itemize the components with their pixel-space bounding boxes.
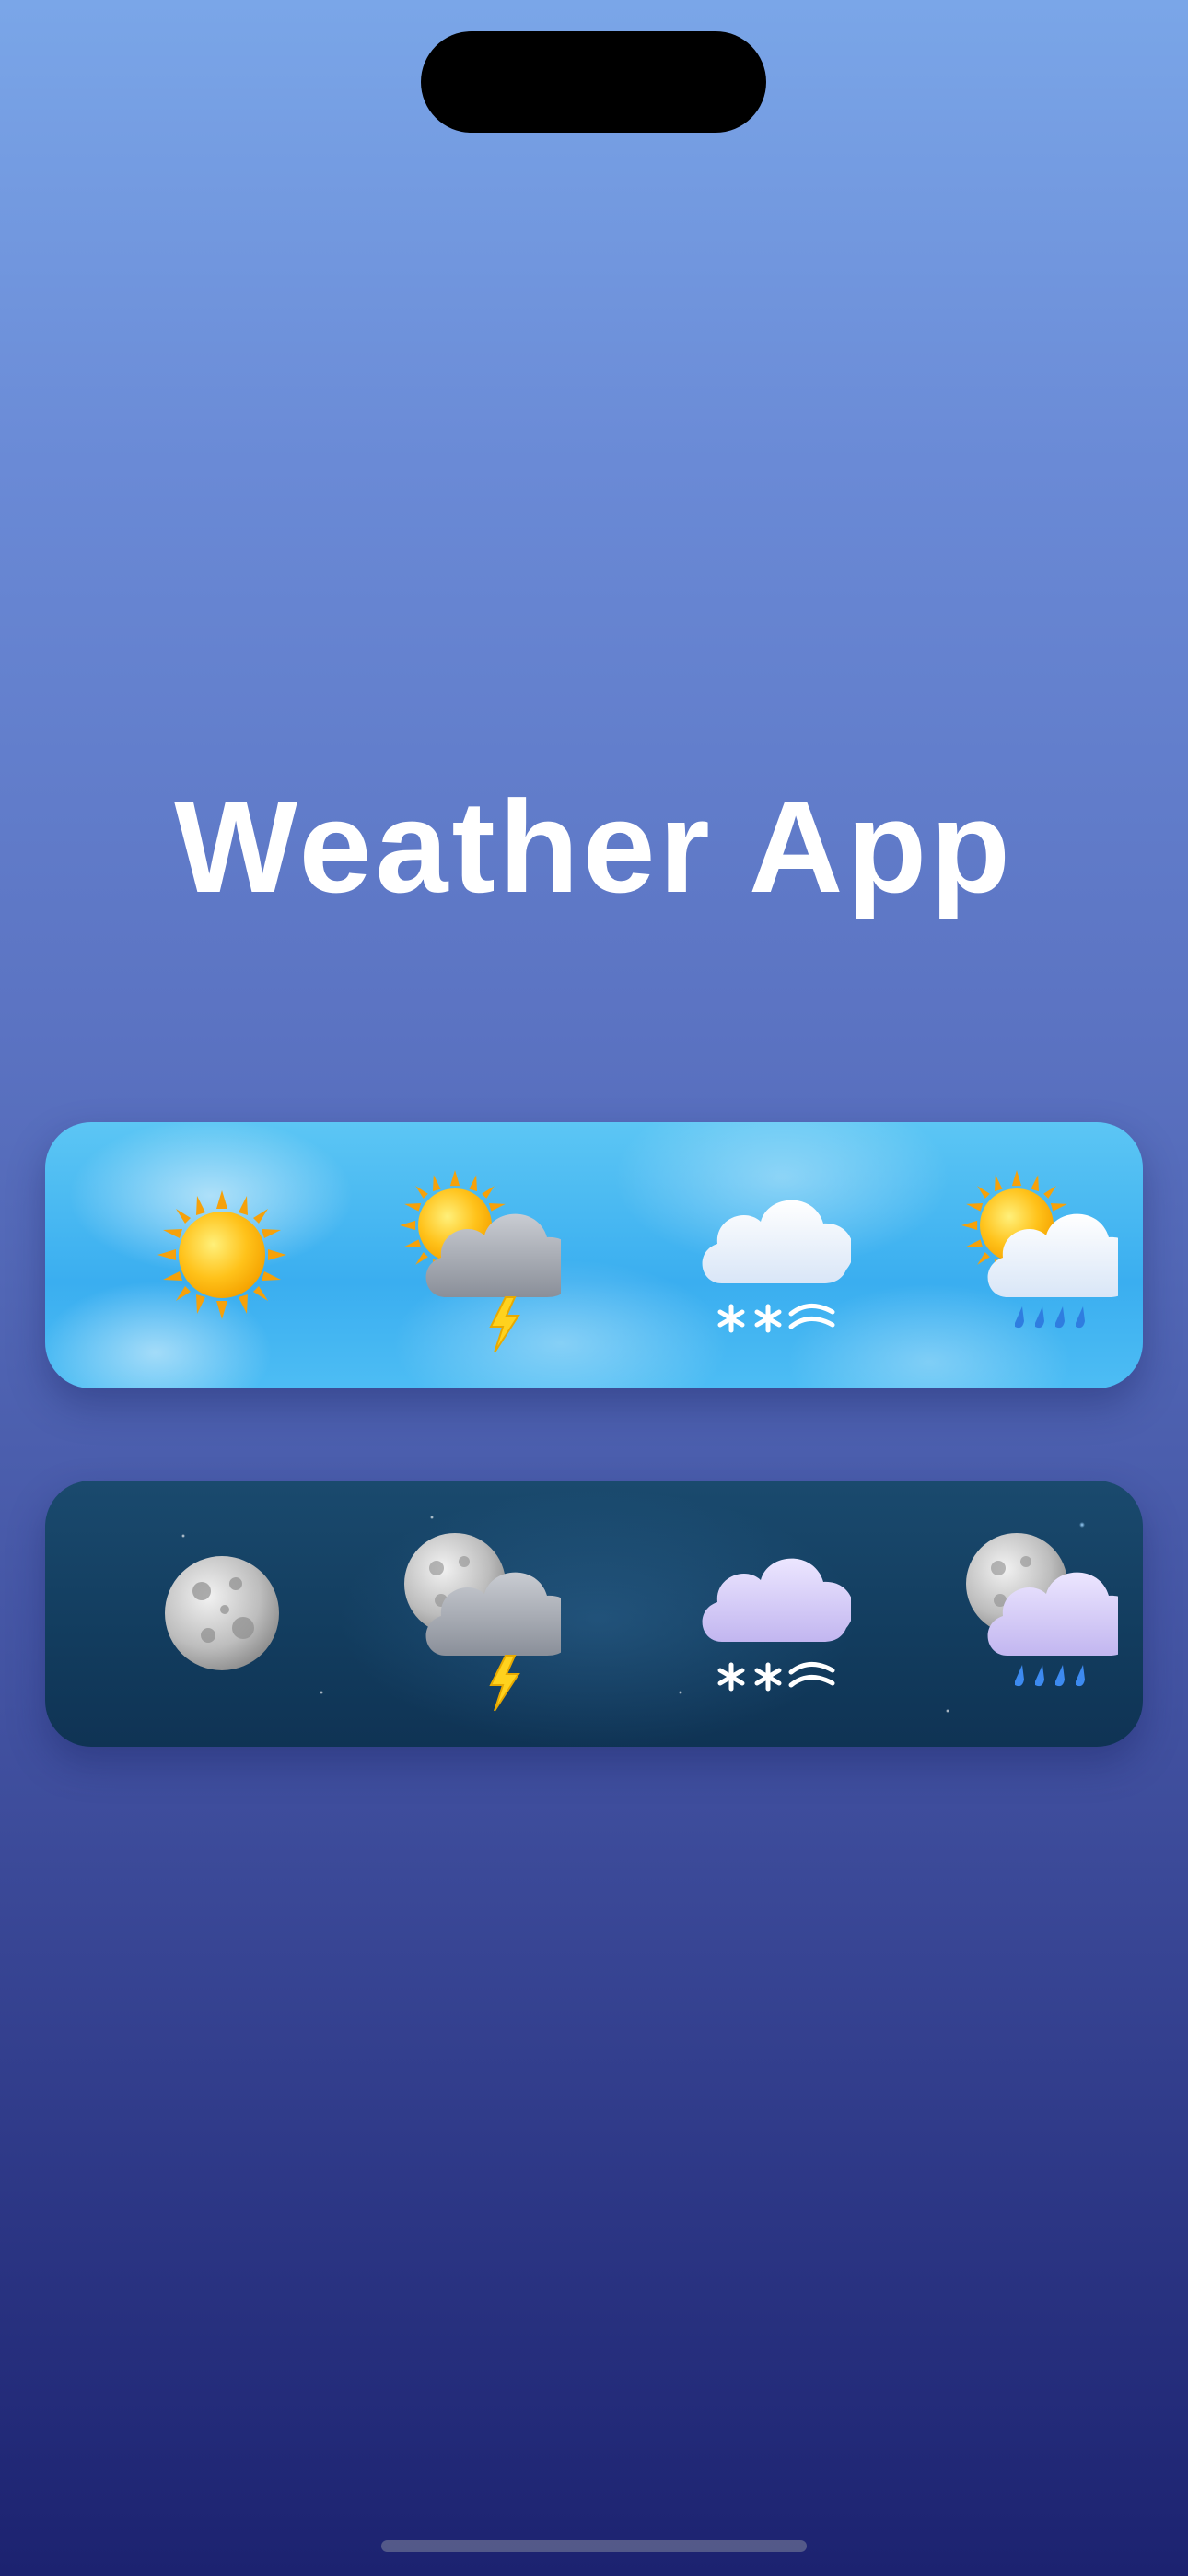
moon-cloud-rain-icon <box>934 1481 1118 1747</box>
day-weather-card <box>45 1122 1143 1388</box>
moon-cloud-lightning-icon <box>377 1481 561 1747</box>
cloud-snow-wind-icon <box>667 1122 851 1388</box>
cloud-snow-wind-icon <box>667 1481 851 1747</box>
home-indicator[interactable] <box>381 2540 807 2552</box>
sun-icon <box>133 1122 317 1388</box>
sun-cloud-lightning-icon <box>377 1122 561 1388</box>
sun-cloud-rain-icon <box>934 1122 1118 1388</box>
night-weather-card <box>45 1481 1143 1747</box>
screen: Weather App <box>0 0 1188 2576</box>
dynamic-island <box>421 31 766 133</box>
moon-icon <box>133 1481 317 1747</box>
page-title: Weather App <box>174 774 1014 920</box>
